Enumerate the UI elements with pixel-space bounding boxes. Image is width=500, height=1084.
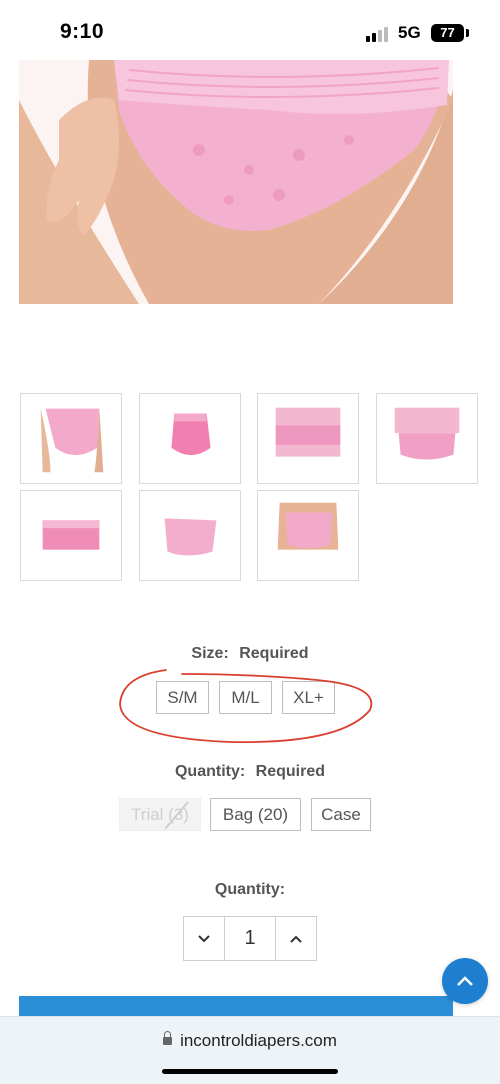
chevron-up-icon: [290, 935, 302, 943]
size-required: Required: [239, 645, 309, 662]
unavailable-strike: [164, 801, 189, 830]
quantity-stepper-label: Quantity:: [214, 881, 286, 898]
scroll-to-top-button[interactable]: [442, 958, 488, 1004]
product-thumbnail[interactable]: [376, 393, 478, 484]
product-thumbnail[interactable]: [139, 393, 241, 484]
signal-icon: [366, 26, 392, 42]
battery-tip: [466, 29, 469, 37]
browser-address-bar[interactable]: incontroldiapers.com: [0, 1016, 500, 1084]
quantity-required: Required: [255, 763, 325, 780]
battery-icon: 77: [431, 24, 464, 42]
status-bar: 9:10 5G 77: [0, 0, 500, 60]
url-text: incontroldiapers.com: [180, 1031, 337, 1050]
quantity-value[interactable]: 1: [224, 917, 276, 960]
chevron-down-icon: [198, 934, 210, 942]
product-thumbnail[interactable]: [139, 490, 241, 581]
quantity-label-text: Quantity:: [174, 763, 246, 780]
product-thumbnail[interactable]: [20, 393, 122, 484]
size-label: Size: Required: [0, 645, 500, 663]
network-type: 5G: [398, 23, 421, 42]
url-display[interactable]: incontroldiapers.com: [0, 1031, 500, 1051]
size-label-text: Size:: [191, 645, 229, 662]
product-thumbnail[interactable]: [257, 393, 359, 484]
status-time: 9:10: [60, 20, 105, 43]
quantity-option-case[interactable]: Case: [311, 798, 371, 831]
quantity-option-bag[interactable]: Bag (20): [210, 798, 301, 831]
product-thumbnail[interactable]: [257, 490, 359, 581]
increment-button[interactable]: [276, 917, 316, 960]
home-indicator: [162, 1069, 338, 1074]
quantity-label: Quantity: Required: [0, 763, 500, 781]
decrement-button[interactable]: [184, 917, 224, 960]
quantity-option-trial: Trial (3): [119, 798, 201, 831]
annotation-circle: [119, 669, 373, 743]
lock-icon: [163, 1031, 173, 1045]
quantity-stepper: 1: [183, 916, 317, 961]
product-thumbnail[interactable]: [20, 490, 122, 581]
chevron-up-icon: [457, 976, 473, 986]
product-photo: [19, 60, 453, 304]
product-main-image[interactable]: [19, 60, 453, 304]
